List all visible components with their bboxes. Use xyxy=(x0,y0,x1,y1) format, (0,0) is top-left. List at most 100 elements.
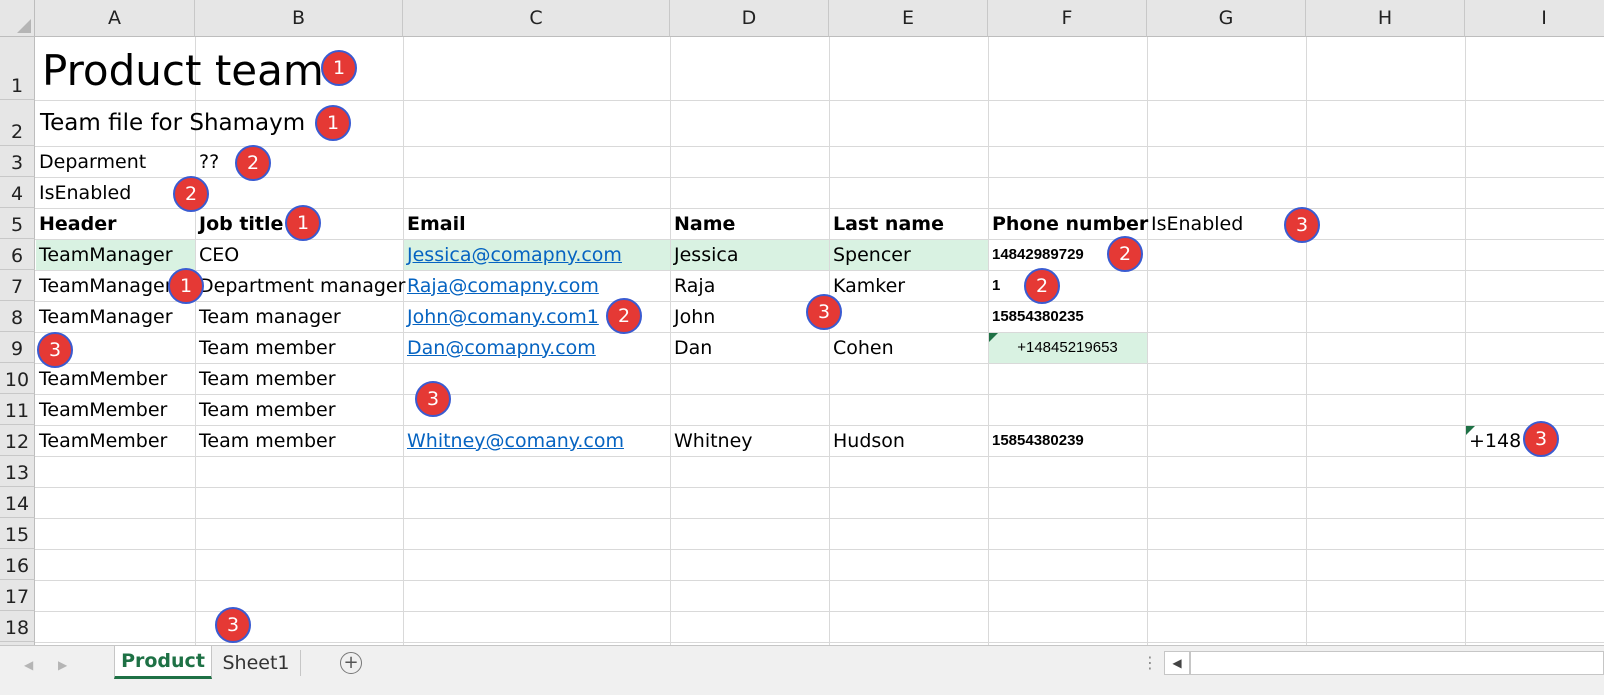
cell-g5[interactable]: IsEnabled xyxy=(1147,208,1243,239)
gridline-h xyxy=(35,487,1604,488)
gridline-v xyxy=(1306,37,1307,660)
row-header-16[interactable]: 16 xyxy=(0,549,35,580)
row-header-1[interactable]: 1 xyxy=(0,37,35,100)
row-header-7[interactable]: 7 xyxy=(0,270,35,301)
plus-circle-icon[interactable]: + xyxy=(340,652,362,674)
cell-e12[interactable]: Hudson xyxy=(829,425,905,456)
annotation-badge: 3 xyxy=(215,607,251,643)
cell-d5[interactable]: Name xyxy=(670,208,735,239)
cell-a3[interactable]: Deparment xyxy=(35,146,146,177)
cell-f12[interactable]: 15854380239 xyxy=(988,425,1084,456)
row-header-10[interactable]: 10 xyxy=(0,363,35,394)
splitter-dots-icon[interactable]: ⋮ xyxy=(1142,653,1158,672)
cell-b10[interactable]: Team member xyxy=(195,363,336,394)
cell-a2[interactable]: Team file for Shamaym xyxy=(36,100,305,146)
cell-a8[interactable]: TeamManager xyxy=(35,301,173,332)
gridline-h xyxy=(35,549,1604,550)
column-header-c[interactable]: C xyxy=(403,0,670,37)
column-header-i[interactable]: I xyxy=(1465,0,1604,37)
column-header-b[interactable]: B xyxy=(195,0,403,37)
scroll-left-arrow-icon[interactable]: ◀ xyxy=(1164,651,1190,675)
cell-b7[interactable]: Department manager xyxy=(195,270,405,301)
cell-a7[interactable]: TeamManager xyxy=(35,270,173,301)
cell-c6-email-link[interactable]: Jessica@comapny.com xyxy=(403,239,622,270)
cell-b9[interactable]: Team member xyxy=(195,332,336,363)
row-header-13[interactable]: 13 xyxy=(0,456,35,487)
gridline-h xyxy=(35,239,1604,240)
cell-i12[interactable]: +148 xyxy=(1465,425,1521,456)
spreadsheet-grid[interactable]: A B C D E F G H I 1 2 3 4 5 6 7 8 9 10 1… xyxy=(0,0,1604,660)
row-header-8[interactable]: 8 xyxy=(0,301,35,332)
annotation-badge: 1 xyxy=(168,268,204,304)
cell-f5[interactable]: Phone number xyxy=(988,208,1148,239)
row-header-12[interactable]: 12 xyxy=(0,425,35,456)
cell-c8-email-link[interactable]: John@comany.com1 xyxy=(403,301,599,332)
column-header-d[interactable]: D xyxy=(670,0,829,37)
row-header-3[interactable]: 3 xyxy=(0,146,35,177)
cell-a12[interactable]: TeamMember xyxy=(35,425,167,456)
cell-e9[interactable]: Cohen xyxy=(829,332,894,363)
cell-e5[interactable]: Last name xyxy=(829,208,944,239)
cell-a11[interactable]: TeamMember xyxy=(35,394,167,425)
gridline-v xyxy=(1465,37,1466,660)
gridline-h xyxy=(35,146,1604,147)
row-header-11[interactable]: 11 xyxy=(0,394,35,425)
cell-b3[interactable]: ?? xyxy=(195,146,219,177)
cell-b12[interactable]: Team member xyxy=(195,425,336,456)
cell-b6[interactable]: CEO xyxy=(195,239,239,270)
row-header-5[interactable]: 5 xyxy=(0,208,35,239)
column-header-f[interactable]: F xyxy=(988,0,1147,37)
annotation-badge: 1 xyxy=(321,50,357,86)
cell-d9[interactable]: Dan xyxy=(670,332,712,363)
cell-f6[interactable]: 14842989729 xyxy=(988,239,1084,270)
cell-e7[interactable]: Kamker xyxy=(829,270,905,301)
column-header-e[interactable]: E xyxy=(829,0,988,37)
annotation-badge: 2 xyxy=(1024,268,1060,304)
row-header-15[interactable]: 15 xyxy=(0,518,35,549)
cell-a1[interactable]: Product team xyxy=(38,40,324,100)
tab-product[interactable]: Product xyxy=(114,646,212,679)
cell-b11[interactable]: Team member xyxy=(195,394,336,425)
cell-f7[interactable]: 1 xyxy=(988,270,1000,301)
column-header-g[interactable]: G xyxy=(1147,0,1306,37)
cell-a4[interactable]: IsEnabled xyxy=(35,177,131,208)
cell-c9-email-link[interactable]: Dan@comapny.com xyxy=(403,332,596,363)
gridline-h xyxy=(35,456,1604,457)
row-header-9[interactable]: 9 xyxy=(0,332,35,363)
annotation-badge: 3 xyxy=(37,332,73,368)
row-header-18[interactable]: 18 xyxy=(0,611,35,642)
cell-d12[interactable]: Whitney xyxy=(670,425,753,456)
cell-d8[interactable]: John xyxy=(670,301,715,332)
cell-f9[interactable]: +14845219653 xyxy=(988,332,1147,363)
annotation-badge: 2 xyxy=(235,145,271,181)
select-all-corner[interactable] xyxy=(0,0,35,37)
row-header-17[interactable]: 17 xyxy=(0,580,35,611)
cell-d6[interactable]: Jessica xyxy=(670,239,738,270)
cell-c7-email-link[interactable]: Raja@comapny.com xyxy=(403,270,599,301)
cell-c5[interactable]: Email xyxy=(403,208,466,239)
annotation-badge: 2 xyxy=(173,176,209,212)
tab-sheet1[interactable]: Sheet1 xyxy=(212,646,300,679)
cell-b5[interactable]: Job title xyxy=(195,208,283,239)
horizontal-scrollbar[interactable] xyxy=(1190,651,1604,675)
cell-a5[interactable]: Header xyxy=(35,208,116,239)
cell-f8[interactable]: 15854380235 xyxy=(988,301,1084,332)
row-header-4[interactable]: 4 xyxy=(0,177,35,208)
row-header-14[interactable]: 14 xyxy=(0,487,35,518)
annotation-badge: 3 xyxy=(1523,421,1559,457)
cell-a6[interactable]: TeamManager xyxy=(35,239,173,270)
cell-b8[interactable]: Team manager xyxy=(195,301,341,332)
cell-d7[interactable]: Raja xyxy=(670,270,715,301)
column-header-h[interactable]: H xyxy=(1306,0,1465,37)
column-header-a[interactable]: A xyxy=(35,0,195,37)
tab-scroll-right-icon[interactable]: ▶ xyxy=(58,658,67,672)
gridline-h xyxy=(35,642,1604,643)
annotation-badge: 3 xyxy=(415,381,451,417)
row-header-6[interactable]: 6 xyxy=(0,239,35,270)
cell-e6[interactable]: Spencer xyxy=(829,239,911,270)
tab-scroll-left-icon[interactable]: ◀ xyxy=(24,658,33,672)
annotation-badge: 2 xyxy=(1107,236,1143,272)
gridline-h xyxy=(35,580,1604,581)
cell-c12-email-link[interactable]: Whitney@comany.com xyxy=(403,425,624,456)
row-header-2[interactable]: 2 xyxy=(0,100,35,146)
